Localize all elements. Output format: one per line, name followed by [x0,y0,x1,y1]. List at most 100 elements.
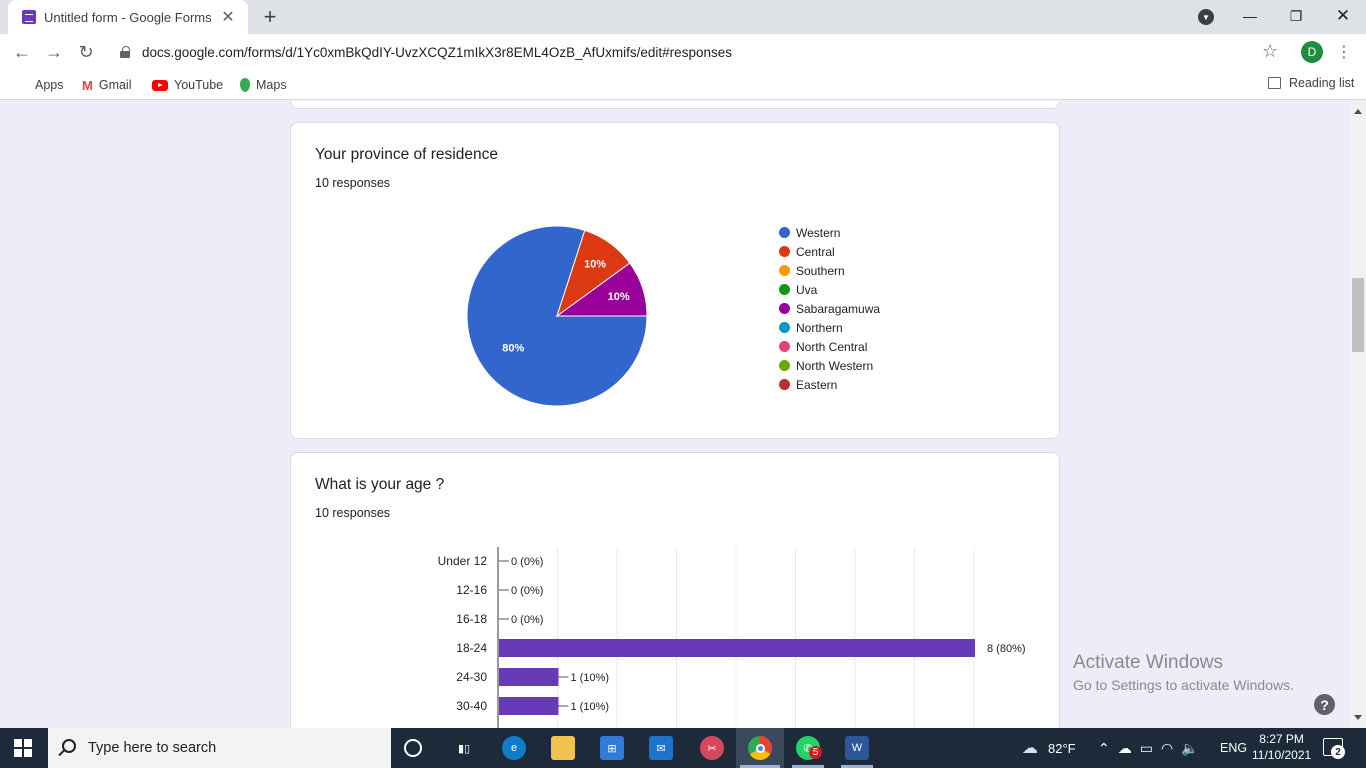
address-bar[interactable]: docs.google.com/forms/d/1Yc0xmBkQdIY-Uvz… [108,38,1294,66]
clock-time: 8:27 PM [1259,732,1304,746]
onedrive-icon[interactable]: ☁ [1118,740,1132,757]
active-tab[interactable]: Untitled form - Google Forms ✕ [8,0,248,34]
lock-icon[interactable] [120,46,132,58]
legend-item[interactable]: North Central [779,337,880,356]
minimize-icon[interactable]: — [1227,0,1273,32]
legend-swatch [779,341,790,352]
data-label: 1 (10%) [571,701,610,713]
tab-title: Untitled form - Google Forms [44,9,212,25]
reload-icon[interactable]: ↻ [74,40,98,64]
pie-slice-label: 80% [502,343,524,355]
file-explorer-icon[interactable] [551,736,575,760]
bar-chart: Under 12 0 (0%) 12-16 0 (0%) 16-18 0 (0%) 18-2… [438,547,1026,728]
tab-search-icon[interactable]: ▼ [1198,9,1214,25]
legend-item[interactable]: North Western [779,356,880,375]
menu-icon[interactable]: ⋮ [1336,42,1352,62]
chevron-up-icon[interactable]: ⌃ [1098,740,1110,757]
legend-label: Central [796,244,835,259]
taskbar-search-input[interactable]: Type here to search [48,728,391,768]
task-view-icon[interactable]: ▮▯ [452,736,476,760]
tab-strip: Untitled form - Google Forms ✕ + ▼ — ❐ ✕ [0,0,1366,34]
reading-list-button[interactable]: Reading list [1268,76,1354,90]
close-window-icon[interactable]: ✕ [1320,0,1366,32]
legend-swatch [779,303,790,314]
data-label: 0 (0%) [511,585,543,597]
legend-item[interactable]: Northern [779,318,880,337]
mail-icon[interactable]: ✉ [649,736,673,760]
bookmark-youtube[interactable]: YouTube [152,76,223,94]
legend-label: Western [796,225,841,240]
activate-subtitle: Go to Settings to activate Windows. [1073,677,1294,693]
new-tab-button[interactable]: + [258,4,282,30]
tab-close-icon[interactable]: ✕ [218,7,238,27]
wifi-icon[interactable]: ◠ [1161,740,1173,757]
legend-item[interactable]: Southern [779,261,880,280]
bookmark-star-icon[interactable]: ☆ [1262,41,1278,62]
legend-item[interactable]: Eastern [779,375,880,394]
question-title: Your province of residence [315,146,498,163]
legend-swatch [779,322,790,333]
windows-taskbar: Type here to search ▮▯ e ⊞ ✉ ✂ ✆ W ☁ 82°… [0,728,1366,768]
profile-avatar[interactable]: D [1301,41,1323,63]
question-card-province: Your province of residence 10 responses … [290,122,1060,439]
bookmarks-bar: Apps M Gmail YouTube Maps Reading list [0,70,1366,100]
help-icon[interactable]: ? [1314,694,1335,715]
legend-swatch [779,227,790,238]
url-text[interactable]: docs.google.com/forms/d/1Yc0xmBkQdIY-Uvz… [142,45,732,60]
chrome-icon[interactable] [748,736,772,760]
bar[interactable] [499,668,559,686]
back-icon[interactable]: ← [10,40,34,64]
restore-icon[interactable]: ❐ [1273,0,1319,32]
google-forms-icon [22,10,36,24]
legend-item[interactable]: Western [779,223,880,242]
scroll-down-icon[interactable] [1354,715,1362,720]
youtube-icon [152,79,168,91]
snip-sketch-icon[interactable]: ✂ [700,736,724,760]
question-title: What is your age ? [315,476,445,493]
data-label: 0 (0%) [511,614,543,626]
scrollbar-thumb[interactable] [1352,278,1364,352]
bookmark-label: Apps [35,78,64,92]
cortana-icon[interactable] [404,739,422,757]
scroll-up-icon[interactable] [1354,109,1362,114]
category-label: 12-16 [456,583,487,597]
legend-item[interactable]: Uva [779,280,880,299]
page-scrollbar[interactable] [1350,101,1366,728]
legend-label: Southern [796,263,845,278]
windows-start-icon[interactable] [14,739,32,757]
weather-temp: 82°F [1048,740,1076,756]
gmail-icon: M [82,77,93,93]
edge-icon[interactable]: e [502,736,526,760]
legend-item[interactable]: Central [779,242,880,261]
legend-label: North Central [796,339,868,354]
battery-icon[interactable]: ▭ [1140,740,1153,757]
response-count: 10 responses [315,506,391,520]
language-indicator[interactable]: ENG [1220,728,1247,768]
pie-chart: 80% 10% 10% [466,225,648,407]
apps-grid-icon [15,78,29,92]
forward-icon[interactable]: → [42,40,66,64]
weather-widget[interactable]: ☁ 82°F [1022,728,1076,768]
notification-count: 2 [1331,745,1345,759]
bookmark-maps[interactable]: Maps [240,76,287,94]
data-label: 8 (80%) [987,643,1026,655]
pie-legend: Western Central Southern Uva Sabaragamuwa Nor… [779,223,880,394]
pie-slice-label: 10% [608,291,630,303]
bar[interactable] [499,639,975,657]
word-icon[interactable]: W [845,736,869,760]
bar[interactable] [499,697,559,715]
legend-label: Uva [796,282,818,297]
category-label: 30-40 [456,699,487,713]
data-label: 1 (10%) [571,672,610,684]
bookmark-apps[interactable]: Apps [15,76,64,94]
data-label: 0 (0%) [511,556,543,568]
maps-icon [240,78,250,92]
legend-item[interactable]: Sabaragamuwa [779,299,880,318]
taskbar-clock[interactable]: 8:27 PM 11/10/2021 [1252,731,1311,763]
store-icon[interactable]: ⊞ [600,736,624,760]
category-label: 16-18 [456,612,487,626]
bookmark-label: Gmail [98,78,132,92]
volume-icon[interactable]: 🔈 [1181,740,1198,757]
bookmark-gmail[interactable]: M Gmail [82,76,132,94]
legend-swatch [779,284,790,295]
